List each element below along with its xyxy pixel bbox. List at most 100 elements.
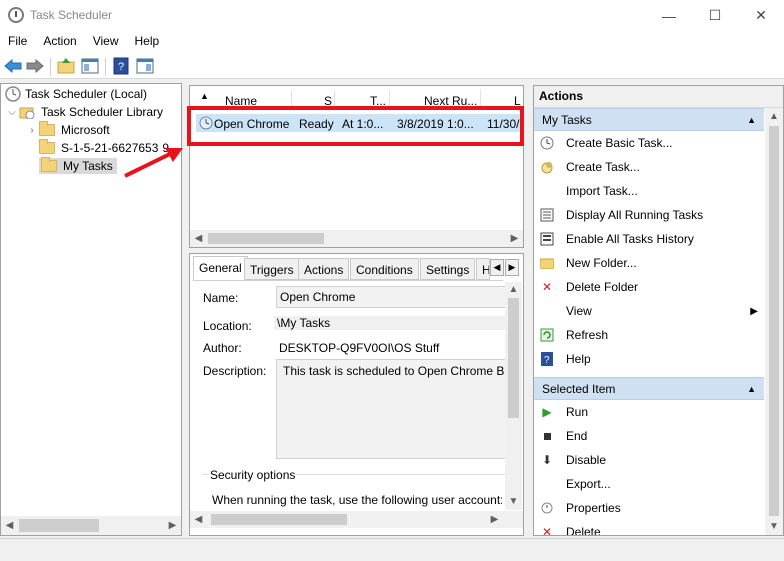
svg-text:?: ? [118, 61, 124, 73]
location-value: \My Tasks [274, 316, 506, 330]
folder-icon [540, 256, 554, 270]
action-label: Refresh [566, 328, 609, 342]
section-my-tasks-header[interactable]: My Tasks ▲ [534, 108, 764, 131]
action-label: Delete [566, 525, 601, 536]
tab-scroll-left-icon[interactable]: ◀ [490, 259, 504, 276]
actions-pane: Actions My Tasks ▲ Create Basic Task... … [533, 85, 784, 536]
show-hide-action-pane-icon[interactable] [136, 57, 154, 75]
scroll-left-icon[interactable]: ◀ [190, 230, 207, 247]
delete-icon: ✕ [541, 280, 553, 294]
show-hide-tree-icon[interactable] [81, 57, 99, 75]
tree-item-label: Microsoft [61, 123, 110, 137]
action-new-folder[interactable]: New Folder... [534, 251, 764, 275]
action-create-basic-task[interactable]: Create Basic Task... [534, 131, 764, 155]
back-arrow-icon[interactable] [4, 57, 22, 75]
scrollbar-thumb[interactable] [208, 233, 324, 244]
scroll-down-icon[interactable]: ▼ [765, 518, 783, 535]
action-properties[interactable]: Properties [534, 496, 764, 520]
action-import-task[interactable]: Import Task... [534, 179, 764, 203]
action-delete[interactable]: ✕ Delete [534, 520, 764, 536]
scroll-left-icon[interactable]: ◀ [190, 511, 207, 528]
action-run[interactable]: ▶ Run [534, 400, 764, 424]
chevron-right-icon[interactable]: › [25, 125, 39, 136]
action-refresh[interactable]: Refresh [534, 323, 764, 347]
tab-triggers[interactable]: Triggers [244, 258, 300, 280]
tree-library-label: Task Scheduler Library [41, 105, 164, 119]
action-end[interactable]: End [534, 424, 764, 448]
tab-scroll-right-icon[interactable]: ▶ [505, 259, 519, 276]
minimize-button[interactable]: — [646, 0, 692, 31]
menu-file[interactable]: File [0, 31, 35, 53]
action-display-running[interactable]: Display All Running Tasks [534, 203, 764, 227]
action-delete-folder[interactable]: ✕ Delete Folder [534, 275, 764, 299]
collapse-arrow-icon[interactable]: ▲ [747, 115, 756, 125]
status-bar [0, 538, 784, 561]
tab-actions[interactable]: Actions [298, 258, 350, 280]
tab-general[interactable]: General [193, 256, 248, 280]
scroll-left-icon[interactable]: ◀ [1, 516, 18, 535]
scrollbar-thumb[interactable] [508, 298, 519, 418]
menu-help[interactable]: Help [127, 31, 168, 53]
actions-vertical-scrollbar[interactable]: ▲ ▼ [765, 108, 783, 535]
action-help[interactable]: ? Help [534, 347, 764, 371]
scroll-up-icon[interactable]: ▲ [765, 108, 783, 125]
author-label: Author: [203, 341, 242, 355]
help-book-icon[interactable]: ? [112, 57, 130, 75]
properties-icon [540, 501, 554, 515]
scroll-up-icon[interactable]: ▲ [505, 282, 522, 297]
action-label: Disable [566, 453, 607, 467]
detail-horizontal-scrollbar[interactable]: ◀ ▶ [190, 511, 523, 528]
description-field[interactable]: This task is scheduled to Open Chrome Br [276, 359, 506, 459]
title-bar: Task Scheduler — ☐ ✕ [0, 0, 784, 31]
scroll-right-icon[interactable]: ▶ [164, 516, 181, 535]
action-disable[interactable]: ⬇ Disable [534, 448, 764, 472]
toolbar: ? [0, 53, 784, 79]
action-label: Properties [566, 501, 621, 515]
tab-settings[interactable]: Settings [420, 258, 476, 280]
section-my-tasks-label: My Tasks [542, 112, 592, 127]
scrollbar-thumb[interactable] [211, 514, 347, 525]
tree-item-label: My Tasks [63, 159, 113, 173]
action-view[interactable]: View ▶ [534, 299, 764, 323]
tree-library[interactable]: ⌵ Task Scheduler Library [1, 103, 181, 121]
detail-vertical-scrollbar[interactable]: ▲ ▼ [505, 282, 522, 510]
name-field[interactable]: Open Chrome [276, 286, 506, 308]
action-label: Create Task... [566, 160, 640, 174]
scroll-right-icon[interactable]: ▶ [486, 511, 503, 528]
scroll-right-icon[interactable]: ▶ [506, 230, 523, 247]
actions-title: Actions [534, 86, 783, 108]
action-label: Delete Folder [566, 280, 639, 294]
delete-icon: ✕ [541, 525, 553, 536]
tab-history[interactable]: H [476, 258, 490, 280]
forward-arrow-icon[interactable] [26, 57, 44, 75]
scrollbar-thumb[interactable] [769, 126, 779, 516]
disable-icon: ⬇ [541, 453, 553, 467]
tree-root[interactable]: Task Scheduler (Local) [1, 85, 181, 103]
maximize-button[interactable]: ☐ [692, 0, 738, 31]
action-enable-history[interactable]: Enable All Tasks History [534, 227, 764, 251]
security-options-label: Security options [209, 468, 297, 482]
author-value: DESKTOP-Q9FV0OI\OS Stuff [279, 341, 440, 355]
menu-view[interactable]: View [85, 31, 127, 53]
tab-conditions[interactable]: Conditions [350, 258, 419, 280]
action-create-task[interactable]: Create Task... [534, 155, 764, 179]
action-export[interactable]: Export... [534, 472, 764, 496]
collapse-arrow-icon[interactable]: ▲ [747, 384, 756, 394]
location-label: Location: [203, 319, 252, 333]
close-button[interactable]: ✕ [738, 0, 784, 31]
menu-action[interactable]: Action [35, 31, 84, 53]
up-folder-icon[interactable] [57, 57, 75, 75]
tree-item-microsoft[interactable]: › Microsoft [1, 121, 181, 139]
action-label: Help [566, 352, 591, 366]
scroll-down-icon[interactable]: ▼ [505, 494, 522, 509]
scrollbar-thumb[interactable] [19, 519, 99, 532]
clock-icon [5, 86, 21, 102]
library-folder-icon [19, 107, 35, 119]
wizard-icon [540, 136, 554, 150]
chevron-down-icon[interactable]: ⌵ [5, 107, 19, 118]
blank-icon [540, 184, 554, 198]
section-selected-item-header[interactable]: Selected Item ▲ [534, 377, 764, 400]
tasklist-horizontal-scrollbar[interactable]: ◀ ▶ [190, 230, 523, 247]
tree-horizontal-scrollbar[interactable]: ◀ ▶ [1, 516, 181, 535]
refresh-icon [540, 328, 554, 342]
